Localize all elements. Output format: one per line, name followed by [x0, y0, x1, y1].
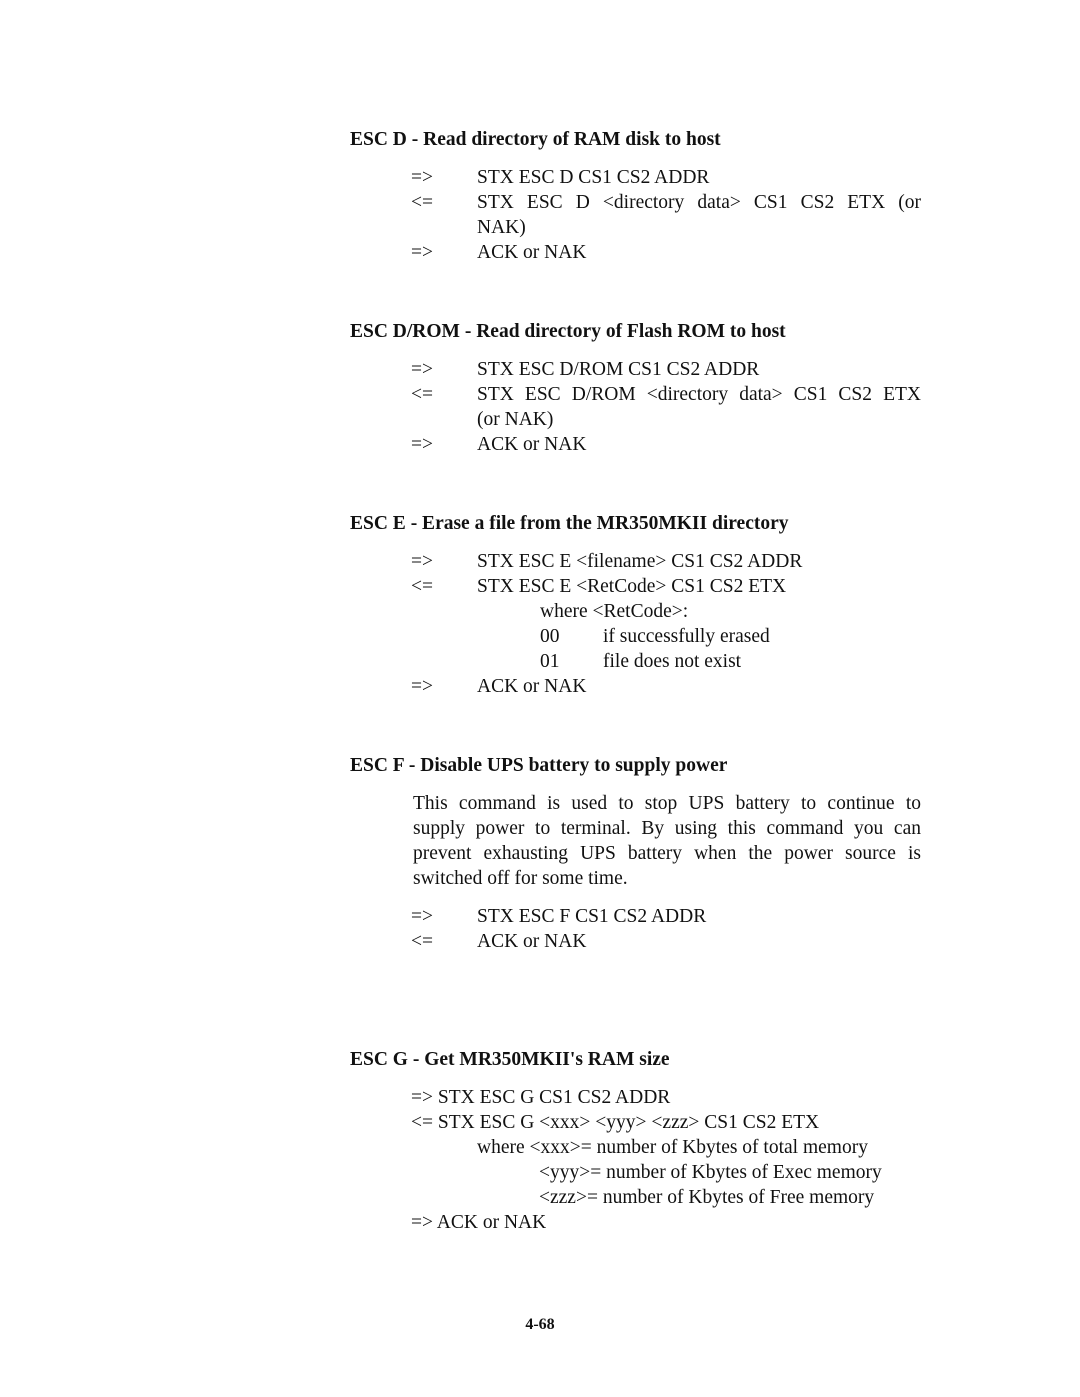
- direction-device-to-host: <=: [411, 576, 433, 597]
- section-heading-esc-d-rom: ESC D/ROM - Read directory of Flash ROM …: [350, 321, 786, 342]
- acknowledge-sequence: ACK or NAK: [477, 676, 587, 697]
- command-sequence: STX ESC D/ROM CS1 CS2 ADDR: [477, 359, 760, 380]
- command-sequence: STX ESC E <filename> CS1 CS2 ADDR: [477, 551, 803, 572]
- direction-device-to-host: <=: [411, 192, 433, 213]
- direction-host-to-device: =>: [411, 551, 433, 572]
- acknowledge-sequence: => ACK or NAK: [411, 1212, 547, 1233]
- command-sequence: STX ESC D CS1 CS2 ADDR: [477, 167, 710, 188]
- direction-device-to-host: <=: [411, 931, 433, 952]
- response-sequence: <= STX ESC G <xxx> <yyy> <zzz> CS1 CS2 E…: [411, 1112, 820, 1133]
- direction-host-to-device: =>: [411, 242, 433, 263]
- retcode-description: if successfully erased: [603, 626, 770, 647]
- field-definition-exec-memory: <yyy>= number of Kbytes of Exec memory: [539, 1162, 882, 1183]
- acknowledge-sequence: ACK or NAK: [477, 931, 587, 952]
- response-sequence-continued: NAK): [477, 217, 526, 238]
- field-definition-total-memory: where <xxx>= number of Kbytes of total m…: [477, 1137, 868, 1158]
- response-sequence: STX ESC D/ROM <directory data> CS1 CS2 E…: [477, 384, 921, 405]
- response-sequence-continued: (or NAK): [477, 409, 554, 430]
- direction-host-to-device: =>: [411, 676, 433, 697]
- direction-host-to-device: =>: [411, 359, 433, 380]
- retcode-value: 01: [540, 651, 560, 672]
- section-heading-esc-g: ESC G - Get MR350MKII's RAM size: [350, 1049, 670, 1070]
- description-paragraph-line: This command is used to stop UPS battery…: [413, 793, 921, 814]
- direction-device-to-host: <=: [411, 384, 433, 405]
- direction-host-to-device: =>: [411, 906, 433, 927]
- section-heading-esc-d: ESC D - Read directory of RAM disk to ho…: [350, 129, 721, 150]
- command-sequence: STX ESC F CS1 CS2 ADDR: [477, 906, 707, 927]
- direction-host-to-device: =>: [411, 434, 433, 455]
- description-paragraph-line: switched off for some time.: [413, 868, 628, 889]
- direction-host-to-device: =>: [411, 167, 433, 188]
- retcode-description: file does not exist: [603, 651, 742, 672]
- acknowledge-sequence: ACK or NAK: [477, 242, 587, 263]
- response-sequence: STX ESC E <RetCode> CS1 CS2 ETX: [477, 576, 787, 597]
- field-definition-free-memory: <zzz>= number of Kbytes of Free memory: [539, 1187, 875, 1208]
- response-sequence: STX ESC D <directory data> CS1 CS2 ETX (…: [477, 192, 921, 213]
- retcode-value: 00: [540, 626, 560, 647]
- section-heading-esc-f: ESC F - Disable UPS battery to supply po…: [350, 755, 728, 776]
- description-paragraph-line: supply power to terminal. By using this …: [413, 818, 921, 839]
- description-paragraph-line: prevent exhausting UPS battery when the …: [413, 843, 921, 864]
- section-heading-esc-e: ESC E - Erase a file from the MR350MKII …: [350, 513, 789, 534]
- page-number: 4-68: [525, 1316, 555, 1333]
- retcode-where-label: where <RetCode>:: [540, 601, 689, 622]
- command-sequence: => STX ESC G CS1 CS2 ADDR: [411, 1087, 671, 1108]
- acknowledge-sequence: ACK or NAK: [477, 434, 587, 455]
